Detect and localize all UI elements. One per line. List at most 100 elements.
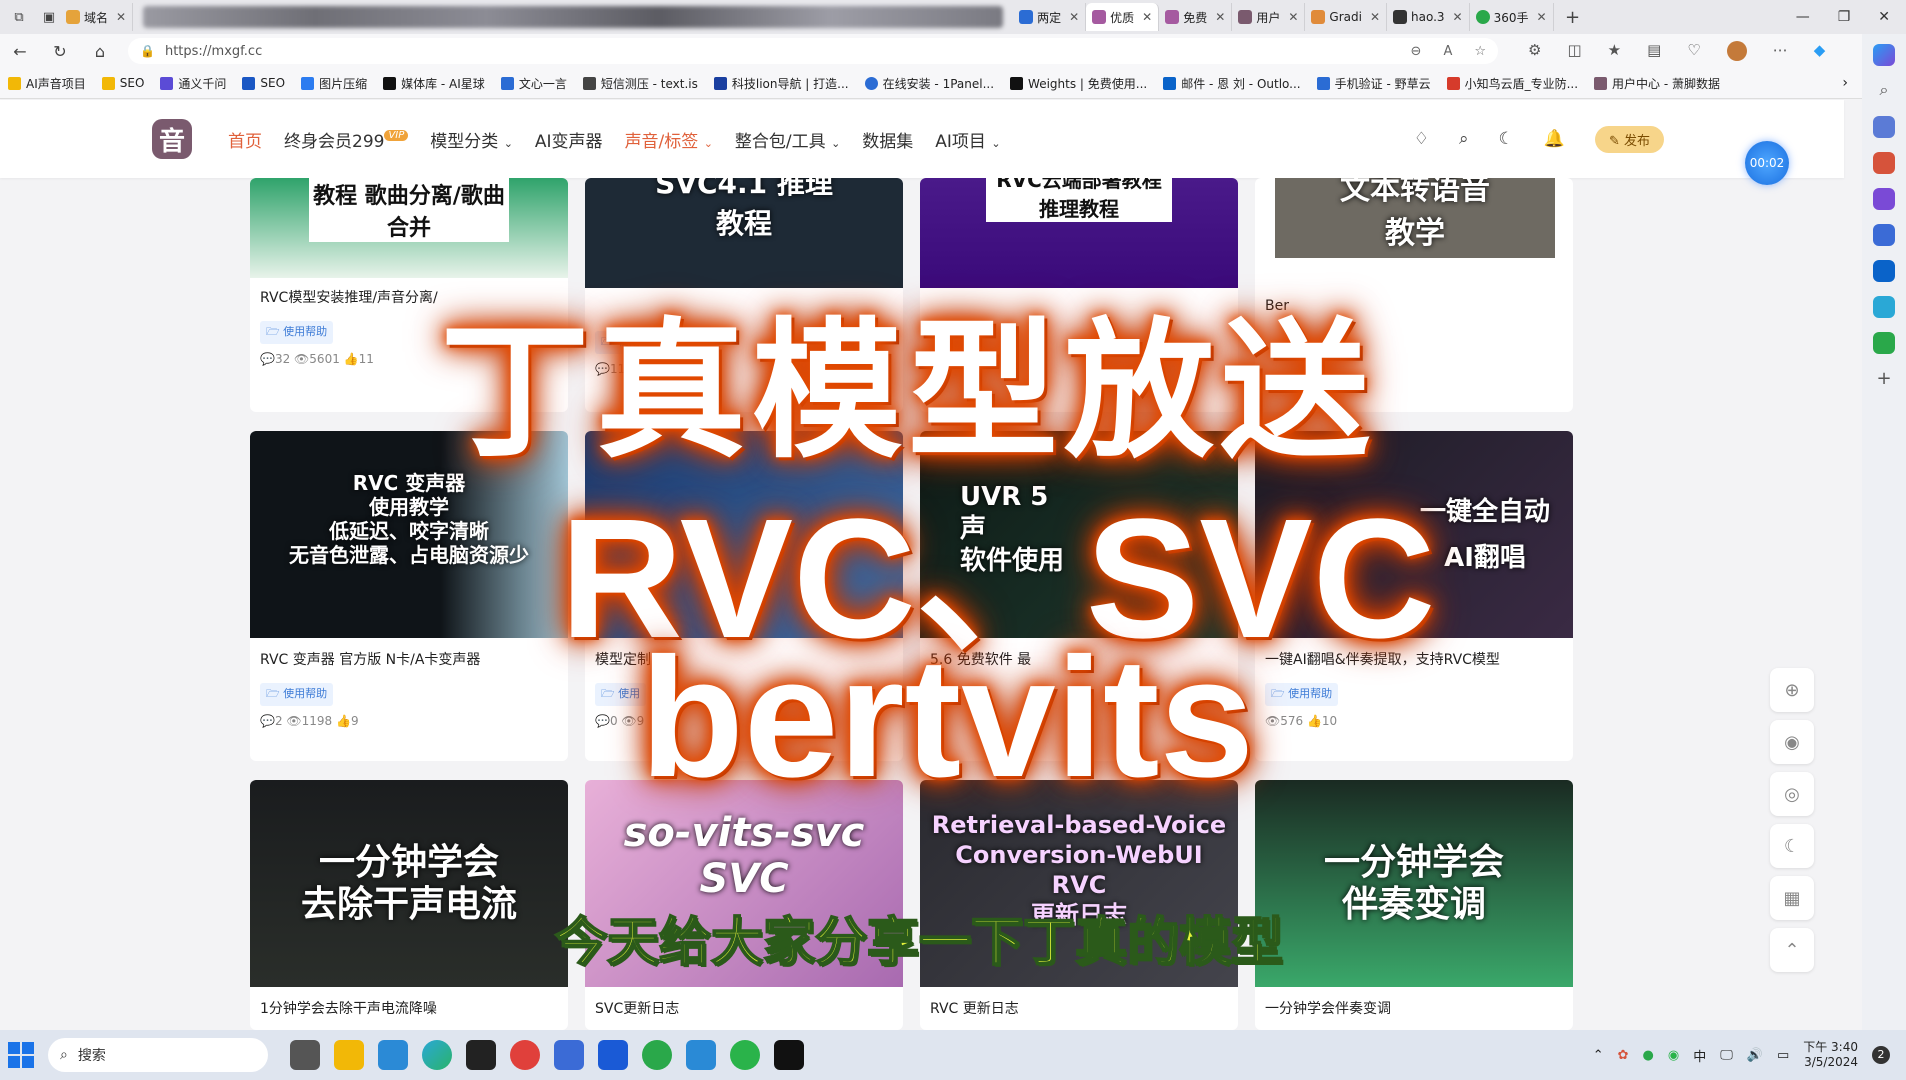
site-logo[interactable]: 音 — [152, 119, 192, 159]
copilot-icon[interactable] — [1873, 44, 1895, 66]
category-tag[interactable]: 🗁 使用 — [595, 683, 647, 706]
taskbar-search[interactable]: ⌕ 搜索 — [48, 1038, 268, 1072]
close-window-icon[interactable]: ✕ — [1878, 9, 1890, 25]
post-card[interactable]: 一分钟学会 去除干声电流 1分钟学会去除干声电流降噪 — [250, 780, 568, 1030]
close-tab-icon[interactable]: ✕ — [1215, 10, 1225, 24]
bookmark-item[interactable]: Weights | 免费使用... — [1002, 75, 1155, 92]
card-title[interactable] — [585, 296, 903, 320]
post-card[interactable]: UVR 5 声 软件使用 5.6 免费软件 最 — [920, 431, 1238, 761]
close-tab-icon[interactable]: ✕ — [1537, 10, 1547, 24]
publish-button[interactable]: ✎ 发布 — [1594, 125, 1664, 153]
browser-tab[interactable]: 免费 ✕ — [1159, 3, 1233, 31]
card-thumbnail[interactable] — [585, 431, 903, 638]
todo-icon[interactable] — [686, 1040, 716, 1070]
add-icon[interactable]: + — [1873, 368, 1895, 390]
restore-icon[interactable]: ❐ — [1838, 9, 1851, 25]
post-card[interactable]: Retrieval-based-Voice Conversion-WebUI R… — [920, 780, 1238, 1030]
nav-vip[interactable]: 终身会员299 VIP — [284, 127, 409, 152]
close-tab-icon[interactable]: ✕ — [116, 10, 126, 24]
terminal-icon[interactable] — [466, 1040, 496, 1070]
collections-icon[interactable]: ▤ — [1647, 41, 1661, 61]
post-card[interactable]: 一分钟学会 伴奏变调 一分钟学会伴奏变调 — [1255, 780, 1573, 1030]
task-view-icon[interactable] — [290, 1040, 320, 1070]
bookmark-item[interactable]: 用户中心 - 萧脚数据 — [1586, 75, 1728, 92]
post-card[interactable]: SVC4.1 推理 教程 🗁 使用 💬11 — [585, 178, 903, 412]
outlook-icon[interactable] — [1873, 260, 1895, 282]
workspaces-icon[interactable]: ⧉ — [8, 10, 30, 25]
nav-home[interactable]: 首页 — [228, 127, 262, 152]
card-title[interactable]: 一分钟学会伴奏变调 — [1255, 997, 1573, 1021]
nav-ai-projects[interactable]: AI项目 ⌄ — [935, 127, 1000, 152]
tag-icon[interactable] — [1873, 116, 1895, 138]
post-card[interactable]: 教程 歌曲分离/歌曲合并 RVC模型安装推理/声音分离/ 🗁 使用帮助 💬32 … — [250, 178, 568, 412]
more-bookmarks-icon[interactable]: › — [1842, 75, 1848, 91]
card-thumbnail[interactable]: 教程 歌曲分离/歌曲合并 — [250, 178, 568, 278]
category-tag[interactable]: 🗁 使用帮助 — [1265, 683, 1339, 706]
close-tab-icon[interactable]: ✕ — [1370, 10, 1380, 24]
profile-avatar[interactable] — [1726, 41, 1747, 61]
browser-tab[interactable]: 域名 ✕ — [60, 3, 134, 31]
category-tag[interactable]: 🗁 使用 — [595, 331, 647, 354]
post-card[interactable]: RVC云端部署教程 推理教程 — [920, 178, 1238, 412]
nav-bundles-tools[interactable]: 整合包/工具 ⌄ — [735, 127, 840, 152]
nav-datasets[interactable]: 数据集 — [862, 127, 913, 152]
card-thumbnail[interactable]: RVC云端部署教程 推理教程 — [920, 178, 1238, 288]
card-thumbnail[interactable]: 一分钟学会 伴奏变调 — [1255, 780, 1573, 987]
taskbar-clock[interactable]: 下午 3:40 3/5/2024 — [1803, 1040, 1858, 1070]
toolbox-icon[interactable] — [1873, 152, 1895, 174]
bookmark-item[interactable]: 媒体库 - AI星球 — [375, 75, 493, 92]
nav-model-category[interactable]: 模型分类 ⌄ — [430, 127, 513, 152]
capcut-icon[interactable] — [774, 1040, 804, 1070]
bookmark-item[interactable]: 通义千问 — [152, 75, 234, 92]
bookmark-item[interactable]: AI声音项目 — [0, 75, 94, 92]
bookmark-item[interactable]: 图片压缩 — [293, 75, 375, 92]
bookmark-item[interactable]: 手机验证 - 野草云 — [1309, 75, 1439, 92]
post-card[interactable]: 一键全自动 AI翻唱 一键AI翻唱&伴奏提取，支持RVC模型 🗁 使用帮助 👁5… — [1255, 431, 1573, 761]
category-tag[interactable]: 🗁 使用帮助 — [260, 683, 334, 706]
tray-app-icon[interactable]: ● — [1643, 1048, 1654, 1063]
wechat-tray-icon[interactable]: ◉ — [1668, 1048, 1679, 1063]
card-thumbnail[interactable]: 一键全自动 AI翻唱 — [1255, 431, 1573, 638]
search-icon[interactable]: ⌕ — [1459, 129, 1469, 149]
tree-icon[interactable] — [1873, 332, 1895, 354]
bing-icon[interactable] — [1873, 224, 1895, 246]
bookmark-item[interactable]: 邮件 - 恩 刘 - Outlo... — [1155, 75, 1308, 92]
browser-tab[interactable]: 用户 ✕ — [1232, 3, 1306, 31]
browser-tab[interactable]: hao.3 ✕ — [1387, 3, 1470, 31]
card-thumbnail[interactable]: Retrieval-based-Voice Conversion-WebUI R… — [920, 780, 1238, 987]
card-thumbnail[interactable]: 一分钟学会 去除干声电流 — [250, 780, 568, 987]
post-card[interactable]: so-vits-svc SVC SVC更新日志 — [585, 780, 903, 1030]
qq-icon[interactable]: ◉ — [1770, 720, 1814, 764]
search-icon[interactable]: ⌕ — [1873, 80, 1895, 102]
performance-icon[interactable]: ♡ — [1687, 41, 1700, 61]
refresh-icon[interactable]: ↻ — [40, 42, 80, 61]
add-circle-icon[interactable]: ⊕ — [1770, 668, 1814, 712]
dark-mode-icon[interactable]: ☾ — [1770, 824, 1814, 868]
post-card[interactable]: 文本转语音 教学 Ber — [1255, 178, 1573, 412]
volume-icon[interactable]: 🔊 — [1747, 1048, 1763, 1063]
vertical-tabs-icon[interactable]: ▣ — [38, 10, 60, 25]
favorites-icon[interactable]: ★ — [1608, 41, 1621, 61]
bookmark-item[interactable]: 短信测压 - text.is — [575, 75, 706, 92]
tray-expand-icon[interactable]: ⌃ — [1593, 1048, 1604, 1063]
browser-tab[interactable]: 360手 ✕ — [1470, 3, 1554, 31]
close-tab-icon[interactable]: ✕ — [1288, 10, 1298, 24]
favorite-star-icon[interactable]: ☆ — [1474, 44, 1486, 59]
close-tab-icon[interactable]: ✕ — [1453, 10, 1463, 24]
url-field[interactable]: 🔒 https://mxgf.cc ⊖ A ☆ — [128, 38, 1498, 64]
wechat-icon[interactable]: ◎ — [1770, 772, 1814, 816]
read-aloud-icon[interactable]: A — [1443, 44, 1452, 59]
bookmark-item[interactable]: 在线安装 - 1Panel... — [857, 75, 1002, 92]
zoom-icon[interactable]: ⊖ — [1411, 44, 1422, 59]
card-thumbnail[interactable]: SVC4.1 推理 教程 — [585, 178, 903, 288]
bookmark-item[interactable]: 小知鸟云盾_专业防... — [1439, 75, 1586, 92]
browser-tab[interactable]: Gradi ✕ — [1305, 3, 1387, 31]
nav-voice-tags[interactable]: 声音/标签 ⌄ — [625, 127, 713, 152]
lock-icon[interactable]: 🔒 — [140, 44, 155, 58]
network-app-icon[interactable] — [554, 1040, 584, 1070]
lightbulb-icon[interactable]: ♢ — [1414, 129, 1429, 149]
split-screen-icon[interactable]: ◫ — [1567, 41, 1581, 61]
windows-start-icon[interactable] — [8, 1042, 34, 1068]
browser-tab-active[interactable]: 优质 ✕ — [1086, 3, 1160, 31]
browser-tab[interactable]: 两定 ✕ — [1013, 3, 1087, 31]
